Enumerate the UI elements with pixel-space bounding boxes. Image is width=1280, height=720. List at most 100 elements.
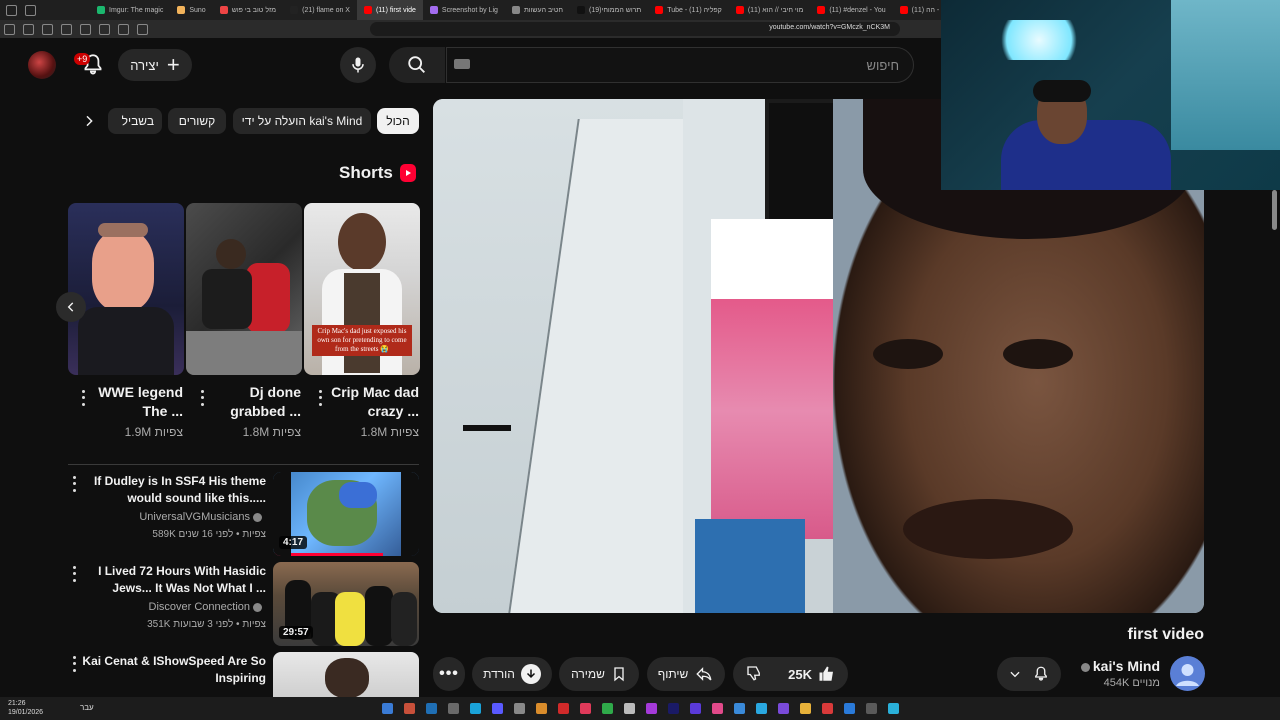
short-views: 1.8M צפיות — [242, 425, 301, 439]
related-video-title[interactable]: I Lived 72 Hours With Hasidic Jews... It… — [80, 563, 266, 597]
like-dislike-group: 25K — [733, 657, 848, 691]
short-more-options-icon[interactable] — [195, 388, 209, 408]
related-video-title[interactable]: If Dudley is In SSF4 His theme would sou… — [80, 473, 266, 507]
browser-tab[interactable]: (11) #denzel - You — [810, 0, 892, 20]
short-title[interactable]: Dj done grabbed ... — [205, 383, 301, 421]
page-scrollbar[interactable] — [1272, 190, 1277, 230]
taskbar-app-icon[interactable] — [888, 703, 899, 714]
short-more-options-icon[interactable] — [313, 388, 327, 408]
browser-tab[interactable]: Tube - קפליה (11) — [648, 0, 729, 20]
search-icon — [408, 56, 425, 73]
taskbar-app-icon[interactable] — [690, 703, 701, 714]
clock-icon[interactable] — [42, 23, 53, 35]
short-thumbnail[interactable]: Crip Mac's dad just exposed his own son … — [304, 203, 420, 375]
tab-favicon-icon — [899, 6, 908, 14]
taskbar-app-icon[interactable] — [646, 703, 657, 714]
chips-next-button[interactable] — [76, 108, 102, 134]
taskbar-app-icon[interactable] — [778, 703, 789, 714]
create-button[interactable]: יצירה + — [118, 49, 192, 81]
heart-icon[interactable] — [99, 23, 110, 35]
chip-related[interactable]: קשורים — [168, 108, 226, 134]
taskbar-app-icon[interactable] — [734, 703, 745, 714]
window-menu-icon[interactable] — [6, 4, 17, 16]
voice-search-button[interactable] — [340, 47, 376, 83]
shorts-previous-button[interactable] — [56, 292, 86, 322]
chevron-right-icon — [86, 115, 93, 127]
related-video-channel[interactable]: UniversalVGMusicians — [80, 511, 262, 523]
short-title[interactable]: Crip Mac dad crazy ... — [323, 383, 419, 421]
window-icon[interactable] — [61, 23, 72, 35]
search-button[interactable] — [389, 47, 445, 83]
language-indicator[interactable]: עבר — [80, 703, 94, 712]
url-text[interactable]: youtube.com/watch?v=GMczk_nCK3M — [769, 24, 890, 31]
browser-tab[interactable]: (19)תרוש הממוחי — [570, 0, 648, 20]
taskbar-app-icon[interactable] — [404, 703, 415, 714]
browser-tab[interactable]: מוי חיבי // הוא (11) — [729, 0, 811, 20]
video-thumbnail[interactable] — [273, 652, 419, 697]
related-video-title[interactable]: Kai Cenat & IShowSpeed Are So Inspiring — [80, 653, 266, 687]
taskbar-clock[interactable]: 21:26 19/01/2026 — [8, 699, 43, 717]
dislike-button[interactable] — [745, 664, 763, 685]
share-icon — [696, 667, 712, 681]
taskbar-app-icon[interactable] — [536, 703, 547, 714]
taskbar-app-icon[interactable] — [580, 703, 591, 714]
taskbar-app-icon[interactable] — [426, 703, 437, 714]
taskbar-app-icon[interactable] — [492, 703, 503, 714]
browser-tab[interactable]: (11) first vide — [356, 0, 423, 20]
thumbs-up-icon — [819, 666, 833, 681]
taskbar-app-icon[interactable] — [866, 703, 877, 714]
keyboard-icon[interactable] — [454, 59, 470, 69]
box-icon[interactable] — [118, 23, 129, 35]
taskbar-app-icon[interactable] — [756, 703, 767, 714]
browser-tab[interactable]: Imgur: The magic — [90, 0, 170, 20]
settings-icon[interactable] — [137, 23, 148, 35]
subscription-bell-button[interactable] — [997, 657, 1061, 691]
taskbar-app-icon[interactable] — [514, 703, 525, 714]
taskbar-app-icon[interactable] — [382, 703, 393, 714]
channel-avatar[interactable] — [1170, 656, 1205, 691]
chip-all[interactable]: הכול — [377, 108, 419, 134]
more-actions-button[interactable]: ••• — [433, 657, 465, 691]
browser-tab[interactable]: Suno — [170, 0, 212, 20]
tab-favicon-icon — [97, 6, 105, 14]
channel-name[interactable]: kai's Mind — [1060, 658, 1160, 674]
save-button[interactable]: שמירה — [559, 657, 639, 691]
taskbar-app-icon[interactable] — [800, 703, 811, 714]
browser-tab[interactable]: Screenshot by Lig — [423, 0, 505, 20]
download-button[interactable]: הורדת — [472, 657, 552, 691]
chip-for-you[interactable]: בשביל — [108, 108, 162, 134]
related-video-channel[interactable]: Discover Connection — [80, 601, 262, 613]
video-more-options-icon[interactable] — [67, 564, 81, 584]
short-more-options-icon[interactable] — [76, 388, 90, 408]
taskbar-app-icon[interactable] — [844, 703, 855, 714]
short-title[interactable]: WWE legend The ... — [87, 383, 183, 421]
thumbs-down-icon — [747, 665, 760, 681]
share-button[interactable]: שיתוף — [647, 657, 725, 691]
taskbar-app-icon[interactable] — [448, 703, 459, 714]
search-input[interactable]: חיפוש — [446, 47, 914, 83]
music-icon[interactable] — [80, 23, 91, 35]
browser-tab[interactable]: חטיב העשוות — [505, 0, 570, 20]
chip-uploaded-by[interactable]: הועלה על ידי kai's Mind — [233, 108, 371, 134]
browser-tab[interactable]: מזל טוב בי פוש — [213, 0, 283, 20]
short-thumbnail[interactable] — [186, 203, 302, 375]
taskbar-app-icon[interactable] — [624, 703, 635, 714]
menu-icon[interactable] — [4, 23, 15, 35]
shield-icon[interactable] — [23, 23, 34, 35]
taskbar-app-icon[interactable] — [602, 703, 613, 714]
tab-label: (11) first vide — [375, 6, 416, 14]
taskbar-app-icon[interactable] — [558, 703, 569, 714]
taskbar-app-icon[interactable] — [822, 703, 833, 714]
tab-label: Screenshot by Lig — [441, 6, 498, 14]
reload-icon[interactable] — [25, 4, 36, 16]
video-more-options-icon[interactable] — [67, 474, 81, 494]
taskbar-app-icon[interactable] — [470, 703, 481, 714]
taskbar-app-icon[interactable] — [712, 703, 723, 714]
browser-tab[interactable]: (21) flame on X — [283, 0, 357, 20]
video-more-options-icon[interactable] — [67, 654, 81, 674]
short-thumbnail[interactable] — [68, 203, 184, 375]
related-video-meta: 351K צפיות • לפני 3 שבועות — [147, 619, 266, 630]
taskbar-app-icon[interactable] — [668, 703, 679, 714]
like-button[interactable]: 25K — [788, 665, 836, 683]
account-avatar[interactable] — [28, 51, 56, 79]
